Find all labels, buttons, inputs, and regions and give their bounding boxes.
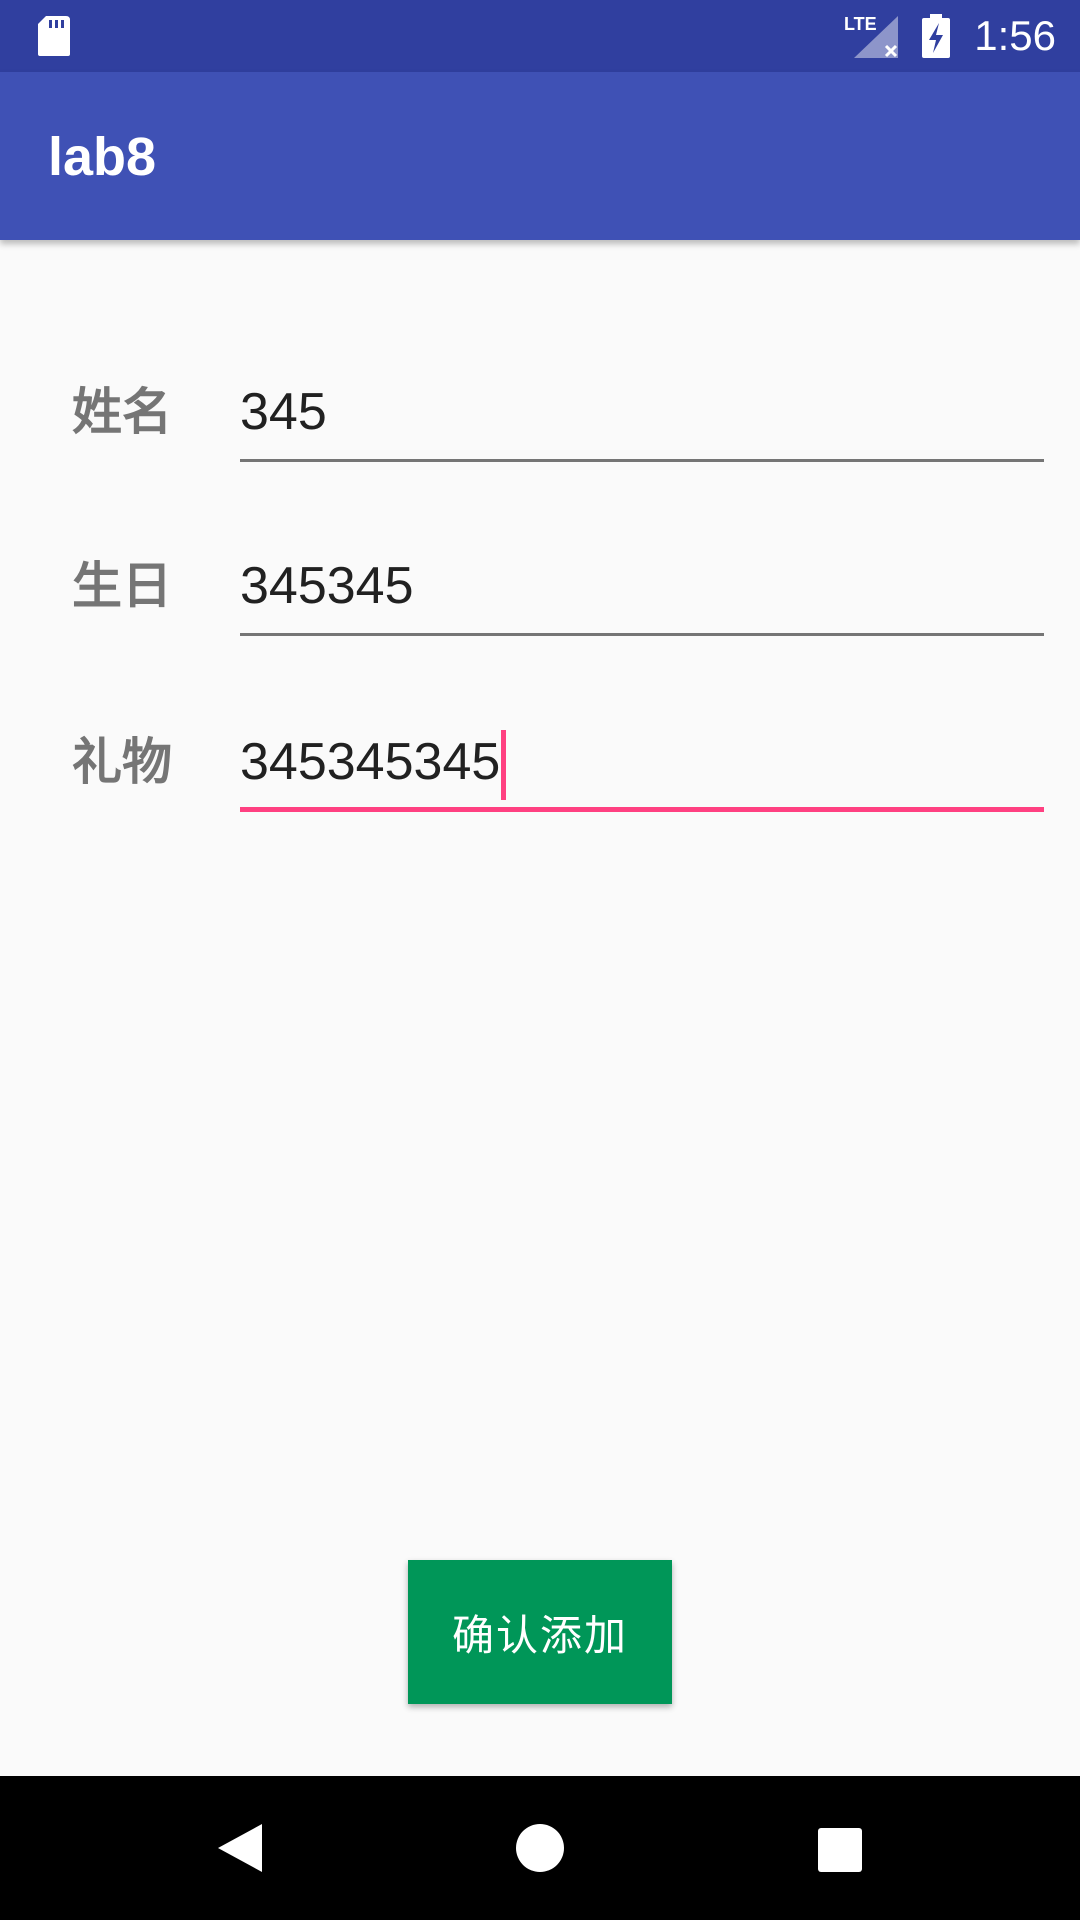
sd-card-icon [38,16,70,56]
name-label: 姓名 [72,383,172,441]
birthday-row: 生日 345345 [0,536,1080,656]
lte-signal-icon: LTE [844,14,898,58]
battery-charging-icon [922,14,950,58]
recents-icon[interactable] [818,1828,862,1872]
gift-label: 礼物 [72,733,172,791]
gift-input[interactable]: 345345345 [240,712,1044,812]
status-time: 1:56 [974,12,1056,59]
gift-row: 礼物 345345345 [0,712,1080,832]
gift-value: 345345345 [240,733,501,791]
name-value: 345 [240,383,327,441]
navigation-bar [0,1776,1080,1920]
name-input[interactable]: 345 [240,362,1044,462]
confirm-add-button[interactable]: 确认添加 [408,1560,672,1704]
birthday-label: 生日 [72,557,172,615]
name-row: 姓名 345 [0,362,1080,482]
app-bar: lab8 [0,72,1080,240]
lte-label: LTE [844,14,877,34]
status-bar: LTE 1:56 [0,0,1080,72]
birthday-value: 345345 [240,557,414,615]
home-icon[interactable] [516,1824,564,1872]
text-cursor [501,730,507,801]
back-icon[interactable] [216,1822,264,1874]
app-title: lab8 [48,127,157,187]
birthday-input[interactable]: 345345 [240,536,1044,636]
